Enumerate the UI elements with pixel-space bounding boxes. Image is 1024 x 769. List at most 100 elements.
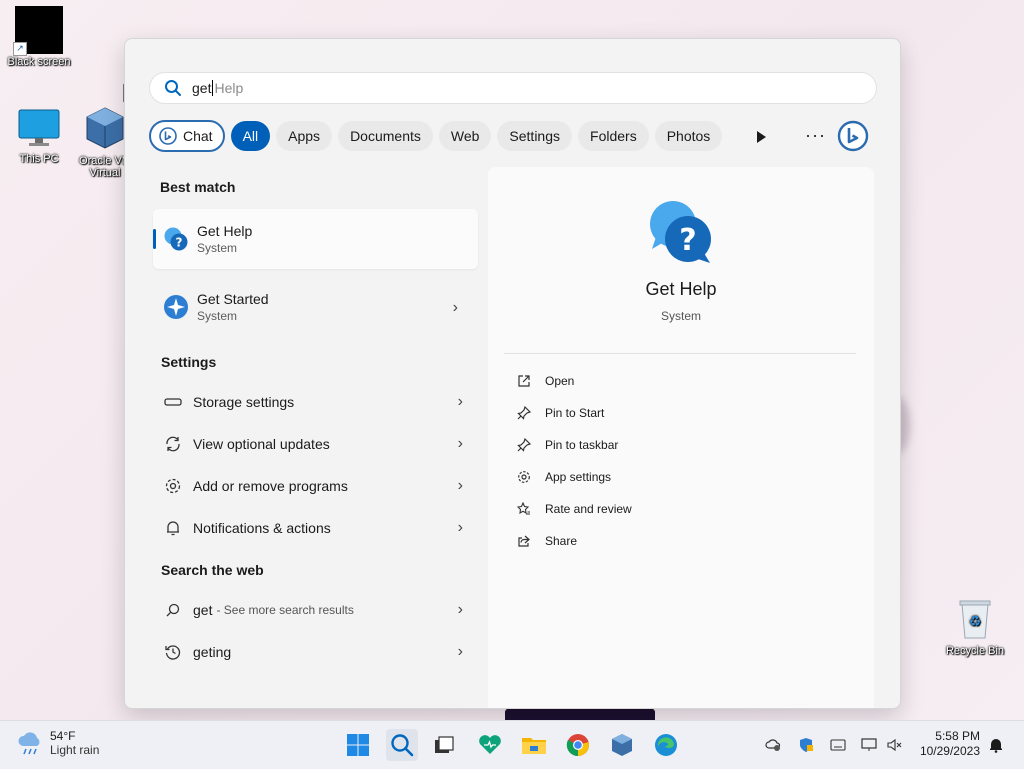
desktop-icon-this-pc[interactable]: This PC <box>1 108 77 165</box>
filter-settings[interactable]: Settings <box>497 121 573 151</box>
bing-chat-icon <box>159 127 177 145</box>
history-icon <box>163 642 183 662</box>
display-icon[interactable] <box>861 737 877 753</box>
result-view-optional-updates[interactable]: View optional updates › <box>163 427 463 461</box>
open-external-icon <box>516 373 532 389</box>
result-label: Notifications & actions <box>193 520 331 536</box>
gear-icon <box>516 469 532 485</box>
clock-date: 10/29/2023 <box>919 744 980 758</box>
best-match-heading: Best match <box>160 179 236 195</box>
action-label: Share <box>545 534 578 548</box>
action-open[interactable]: Open <box>516 369 574 393</box>
weather-condition: Light rain <box>50 743 100 757</box>
pin-icon <box>516 405 532 421</box>
desktop-icon-recycle-bin[interactable]: ♻ Recycle Bin <box>937 598 1013 657</box>
search-input[interactable]: get Help <box>149 72 877 104</box>
result-storage-settings[interactable]: Storage settings › <box>163 385 463 419</box>
bing-icon[interactable] <box>837 120 869 152</box>
svg-text:♻: ♻ <box>969 613 982 629</box>
taskbar-start-button[interactable] <box>342 729 374 761</box>
filter-photos[interactable]: Photos <box>654 121 723 151</box>
search-filter-bar: Chat All Apps Documents Web Settings Fol… <box>149 119 723 153</box>
result-label: get <box>193 602 213 618</box>
scroll-filters-right-icon[interactable] <box>753 129 769 145</box>
get-help-icon: ? <box>164 227 188 251</box>
task-view-icon <box>435 736 454 753</box>
result-label: geting <box>193 644 232 660</box>
filter-all[interactable]: All <box>230 121 271 151</box>
security-shield-icon[interactable] <box>798 737 814 753</box>
system-clock[interactable]: 5:58 PM 10/29/2023 <box>920 729 980 759</box>
taskbar-edge[interactable] <box>650 729 682 761</box>
result-label: View optional updates <box>193 436 330 452</box>
taskbar-search-button[interactable] <box>386 729 418 761</box>
result-web-get[interactable]: get - See more search results › <box>163 593 463 627</box>
result-add-remove-programs[interactable]: Add or remove programs › <box>163 469 463 503</box>
result-web-geting[interactable]: geting › <box>163 635 463 669</box>
action-share[interactable]: Share <box>516 529 577 553</box>
chevron-right-icon: › <box>457 519 463 536</box>
share-icon <box>516 533 532 549</box>
clock-time: 5:58 PM <box>935 729 980 743</box>
action-label: Pin to Start <box>545 406 605 420</box>
chevron-right-icon: › <box>457 435 463 452</box>
chevron-right-icon: › <box>452 299 458 316</box>
weather-temp: 54°F <box>50 729 76 743</box>
result-subtitle: System <box>197 309 238 323</box>
desktop-icon-label: This PC <box>19 153 59 165</box>
virtualbox-icon <box>612 734 632 756</box>
search-typed-text: get <box>192 80 212 96</box>
folder-icon <box>522 738 546 754</box>
divider <box>504 353 856 354</box>
result-get-help[interactable]: ? Get Help System <box>153 209 478 269</box>
filter-folders[interactable]: Folders <box>578 121 649 151</box>
heart-app-icon <box>479 735 501 754</box>
notification-bell-icon[interactable] <box>988 737 1004 753</box>
action-rate-review[interactable]: Rate and review <box>516 497 632 521</box>
filter-web[interactable]: Web <box>438 121 492 151</box>
result-muted-text: - See more search results <box>216 603 354 617</box>
chevron-right-icon: › <box>457 477 463 494</box>
edge-icon <box>655 734 677 756</box>
chevron-right-icon: › <box>457 643 463 660</box>
result-title: Get Help <box>197 223 253 239</box>
desktop-icon-black-screen[interactable]: ↗ Black screen <box>1 6 77 68</box>
taskbar: 54°F Light rain 5:58 PM 10/29/2023 <box>0 720 1024 769</box>
taskbar-virtualbox[interactable] <box>606 729 638 761</box>
bell-icon <box>163 518 183 538</box>
black-screen-icon: ↗ <box>13 6 63 56</box>
volume-muted-icon[interactable] <box>887 737 903 753</box>
cloud-rain-icon <box>18 732 40 755</box>
filter-documents[interactable]: Documents <box>338 121 433 151</box>
keyboard-icon[interactable] <box>830 737 846 753</box>
gear-icon <box>163 476 183 496</box>
taskbar-chrome[interactable] <box>562 729 594 761</box>
search-icon <box>391 734 414 757</box>
search-web-heading: Search the web <box>161 562 264 578</box>
result-notifications-actions[interactable]: Notifications & actions › <box>163 511 463 545</box>
action-pin-to-start[interactable]: Pin to Start <box>516 401 604 425</box>
filter-chat[interactable]: Chat <box>149 120 225 152</box>
result-subtitle: System <box>197 241 238 255</box>
search-suggestion-text: Help <box>214 80 244 96</box>
onedrive-sync-icon[interactable] <box>765 737 781 753</box>
action-label: Open <box>545 374 575 388</box>
action-app-settings[interactable]: App settings <box>516 465 611 489</box>
desktop-icon-label: Black screen <box>7 56 71 68</box>
taskbar-file-explorer[interactable] <box>518 729 550 761</box>
action-pin-to-taskbar[interactable]: Pin to taskbar <box>516 433 618 457</box>
more-options-button[interactable]: ··· <box>805 125 826 146</box>
preview-subtitle: System <box>660 309 701 323</box>
get-started-icon <box>164 295 188 319</box>
chevron-right-icon: › <box>457 601 463 618</box>
action-label: Pin to taskbar <box>545 438 619 452</box>
preview-pane: ? Get Help System Open Pin to Start Pin … <box>488 167 874 708</box>
svg-text:?: ? <box>176 236 183 250</box>
chevron-right-icon: › <box>457 393 463 410</box>
result-get-started[interactable]: Get Started System › <box>153 277 478 337</box>
filter-apps[interactable]: Apps <box>276 121 333 151</box>
taskbar-task-view[interactable] <box>428 729 460 761</box>
taskbar-health-app[interactable] <box>474 729 506 761</box>
weather-widget[interactable]: 54°F Light rain <box>16 729 99 757</box>
text-caret <box>212 80 214 96</box>
